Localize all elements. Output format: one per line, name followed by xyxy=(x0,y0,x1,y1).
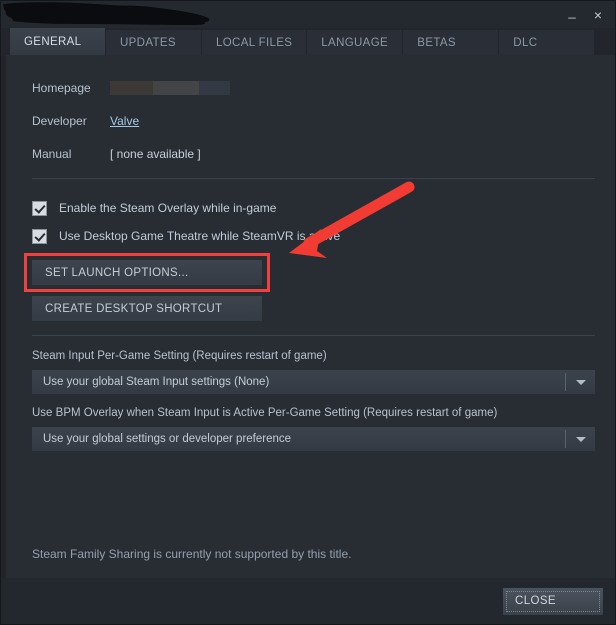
manual-row: Manual [ none available ] xyxy=(32,137,598,170)
developer-link[interactable]: Valve xyxy=(110,114,139,128)
divider-top xyxy=(32,178,595,179)
developer-label: Developer xyxy=(32,113,87,128)
set-launch-options-wrapper: SET LAUNCH OPTIONS... xyxy=(24,253,270,292)
general-tab-panel: Homepage Developer Valve Manual [ none a… xyxy=(1,55,615,579)
title-bar: _ × xyxy=(1,1,615,28)
checkbox-game-theatre[interactable] xyxy=(32,228,47,244)
close-button[interactable]: CLOSE xyxy=(503,587,603,615)
tab-updates[interactable]: UPDATES xyxy=(106,30,202,55)
window-controls: _ × xyxy=(559,1,611,28)
chevron-down-icon xyxy=(576,437,586,442)
tab-local-files[interactable]: LOCAL FILES xyxy=(202,30,308,55)
family-sharing-note: Steam Family Sharing is currently not su… xyxy=(32,547,352,561)
checkbox-label-game-theatre: Use Desktop Game Theatre while SteamVR i… xyxy=(59,229,341,243)
minimize-icon[interactable]: _ xyxy=(559,3,585,27)
tab-betas[interactable]: BETAS xyxy=(403,30,500,55)
steam-input-value: Use your global Steam Input settings (No… xyxy=(43,376,270,388)
checkbox-group: Enable the Steam Overlay while in-game U… xyxy=(32,194,598,250)
tab-general[interactable]: GENERAL xyxy=(10,28,106,55)
bpm-overlay-value: Use your global settings or developer pr… xyxy=(43,433,292,445)
bpm-overlay-label: Use BPM Overlay when Steam Input is Acti… xyxy=(32,407,498,419)
close-icon[interactable]: × xyxy=(585,3,611,27)
tab-dlc[interactable]: DLC xyxy=(499,30,596,55)
tab-strip: GENERAL UPDATES LOCAL FILES LANGUAGE BET… xyxy=(1,28,615,55)
tab-overflow-area xyxy=(595,30,615,55)
steam-input-dropdown[interactable]: Use your global Steam Input settings (No… xyxy=(32,370,595,394)
homepage-row: Homepage xyxy=(32,71,598,104)
redaction-scribble xyxy=(3,2,210,25)
developer-row: Developer Valve xyxy=(32,104,598,137)
steam-input-section: Steam Input Per-Game Setting (Requires r… xyxy=(32,350,598,394)
manual-label: Manual xyxy=(32,146,72,161)
manual-value: [ none available ] xyxy=(110,146,201,161)
dropdown-separator xyxy=(565,430,566,448)
divider-middle xyxy=(32,335,595,336)
homepage-label: Homepage xyxy=(32,80,91,95)
dialog-footer: CLOSE xyxy=(1,578,615,624)
checkbox-row-steam-overlay[interactable]: Enable the Steam Overlay while in-game xyxy=(32,194,598,222)
tab-language[interactable]: LANGUAGE xyxy=(307,30,404,55)
checkbox-steam-overlay[interactable] xyxy=(32,200,47,216)
bpm-overlay-dropdown[interactable]: Use your global settings or developer pr… xyxy=(32,427,595,451)
checkbox-label-steam-overlay: Enable the Steam Overlay while in-game xyxy=(59,201,277,215)
create-desktop-shortcut-button[interactable]: CREATE DESKTOP SHORTCUT xyxy=(32,296,262,321)
chevron-down-icon xyxy=(576,380,586,385)
steam-properties-window: _ × GENERAL UPDATES LOCAL FILES LANGUAGE… xyxy=(0,0,616,625)
checkbox-row-game-theatre[interactable]: Use Desktop Game Theatre while SteamVR i… xyxy=(32,222,598,250)
homepage-value-redacted[interactable] xyxy=(110,80,230,95)
steam-input-label: Steam Input Per-Game Setting (Requires r… xyxy=(32,350,327,362)
set-launch-options-button[interactable]: SET LAUNCH OPTIONS... xyxy=(32,260,262,285)
dropdown-separator xyxy=(565,373,566,391)
bpm-overlay-section: Use BPM Overlay when Steam Input is Acti… xyxy=(32,407,598,451)
